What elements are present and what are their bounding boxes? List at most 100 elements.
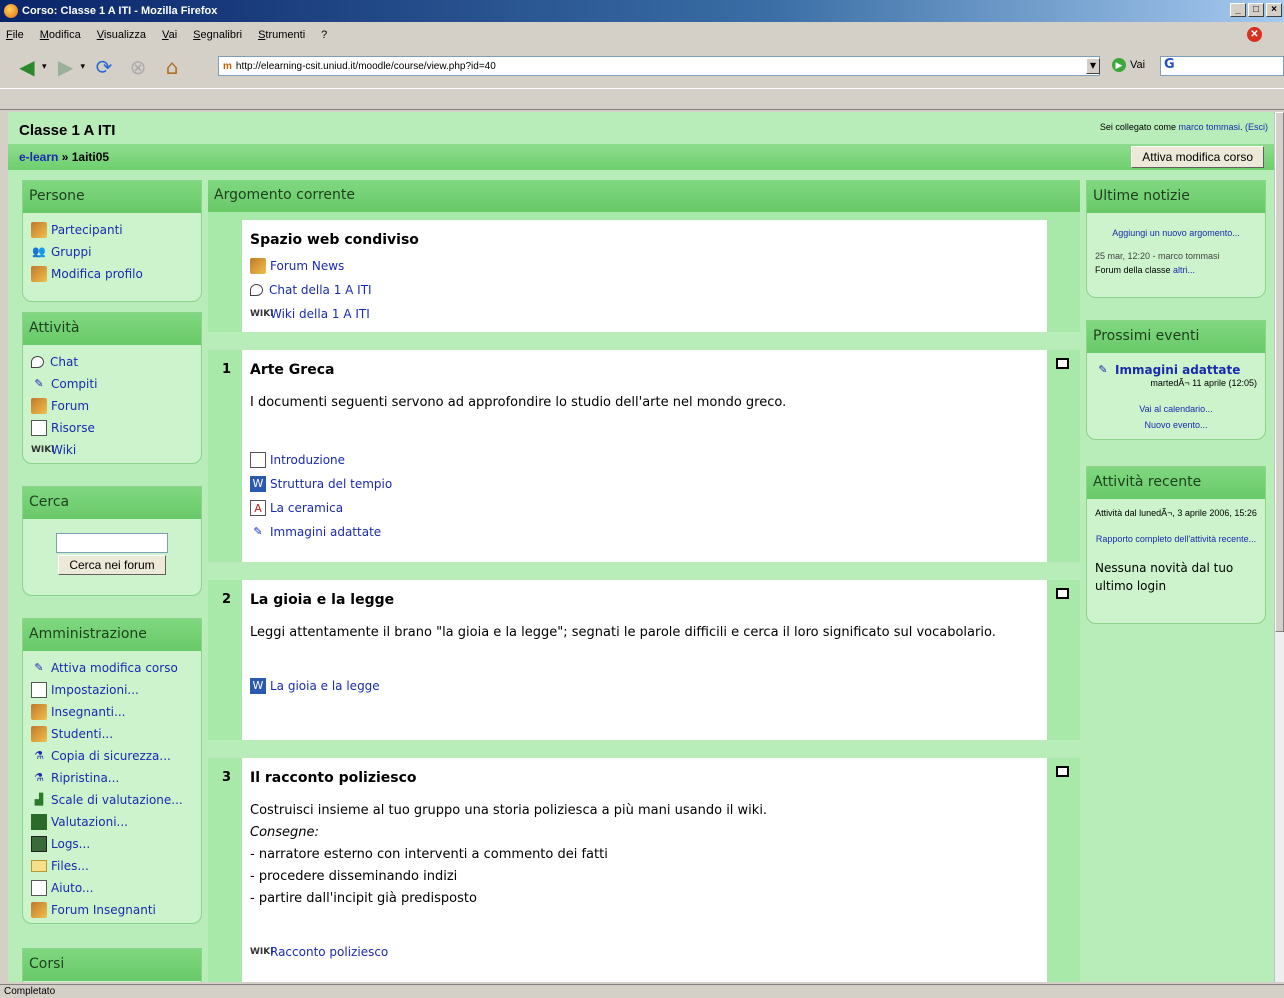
reload-icon[interactable]: ⟳ xyxy=(91,54,117,80)
scrollbar-thumb[interactable] xyxy=(1275,112,1284,632)
menu-help[interactable]: ? xyxy=(321,29,327,41)
menu-segnalibri[interactable]: Segnalibri xyxy=(193,29,242,41)
block-cerca: Cerca Cerca nei forum xyxy=(22,486,202,596)
images-link[interactable]: ✎ Immagini adattate xyxy=(250,520,1039,544)
chat-icon xyxy=(31,356,44,368)
admin-settings-link[interactable]: Impostazioni... xyxy=(31,679,193,701)
menu-strumenti[interactable]: Strumenti xyxy=(258,29,305,41)
search-engine-box[interactable]: G xyxy=(1160,56,1284,76)
address-dropdown-icon[interactable]: ▼ xyxy=(1086,58,1100,74)
wiki-1aiti-link[interactable]: WIKI Wiki della 1 A ITI xyxy=(250,302,1039,326)
admin-grades-link[interactable]: Valutazioni... xyxy=(31,811,193,833)
participants-icon xyxy=(31,222,47,238)
stop-load-icon[interactable]: ⊗ xyxy=(125,54,151,80)
resources-link[interactable]: Risorse xyxy=(31,417,193,439)
navigation-toolbar: ◀ ▾ ▶ ▾ ⟳ ⊗ ⌂ m http://elearning-csit.un… xyxy=(0,48,1284,86)
intro-link[interactable]: Introduzione xyxy=(250,448,1039,472)
status-bar: Completato xyxy=(0,984,1284,998)
admin-edit-label: Attiva modifica corso xyxy=(51,661,178,675)
admin-files-link[interactable]: Files... xyxy=(31,855,193,877)
section-0-title: Spazio web condiviso xyxy=(250,232,419,248)
page-scrollbar[interactable] xyxy=(1274,112,1284,982)
firefox-logo-icon xyxy=(4,4,18,18)
block-persone: Persone Partecipanti 👥 Gruppi Modifica pr… xyxy=(22,180,202,302)
admin-students-link[interactable]: Studenti... xyxy=(31,723,193,745)
ceramica-link[interactable]: A La ceramica xyxy=(250,496,1039,520)
admin-restore-link[interactable]: ⚗ Ripristina... xyxy=(31,767,193,789)
assignment-icon: ✎ xyxy=(1098,363,1108,376)
new-event-link[interactable]: Nuovo evento... xyxy=(1095,417,1257,433)
window-title: Corso: Classe 1 A ITI - Mozilla Firefox xyxy=(22,5,218,17)
home-icon[interactable]: ⌂ xyxy=(159,54,185,80)
address-text: http://elearning-csit.uniud.it/moodle/co… xyxy=(235,60,496,72)
section-3-highlight-icon[interactable] xyxy=(1056,766,1069,777)
go-button[interactable]: ▶ Vai xyxy=(1112,58,1145,72)
address-bar[interactable]: m http://elearning-csit.uniud.it/moodle/… xyxy=(218,56,1100,76)
forward-dropdown-icon[interactable]: ▾ xyxy=(81,62,86,72)
wiki-link[interactable]: WIKI Wiki xyxy=(31,439,193,461)
forum-search-button[interactable]: Cerca nei forum xyxy=(58,555,166,575)
section-1-text: I documenti seguenti servono ad approfon… xyxy=(250,395,787,410)
course-header: Classe 1 A ITI Sei collegato come marco … xyxy=(8,112,1274,170)
edit-profile-label: Modifica profilo xyxy=(51,267,143,281)
forum-news-link[interactable]: Forum News xyxy=(250,254,1039,278)
calendar-link[interactable]: Vai al calendario... xyxy=(1095,401,1257,417)
page-icon xyxy=(250,452,266,468)
section-2-number: 2 xyxy=(222,592,232,607)
gioia-link[interactable]: W La gioia e la legge xyxy=(250,674,1039,698)
news-more-link[interactable]: altri... xyxy=(1173,265,1195,275)
admin-edit-link[interactable]: ✎ Attiva modifica corso xyxy=(31,657,193,679)
forum-link[interactable]: Forum xyxy=(31,395,193,417)
groups-label: Gruppi xyxy=(51,245,92,259)
admin-settings-label: Impostazioni... xyxy=(51,683,139,697)
login-prefix: Sei collegato come xyxy=(1099,122,1176,132)
admin-help-link[interactable]: Aiuto... xyxy=(31,877,193,899)
section-2-title: La gioia e la legge xyxy=(250,592,395,608)
chat-link[interactable]: Chat xyxy=(31,351,193,373)
admin-teachers-link[interactable]: Insegnanti... xyxy=(31,701,193,723)
stop-icon[interactable]: ✕ xyxy=(1247,27,1262,42)
window-titlebar: Corso: Classe 1 A ITI - Mozilla Firefox … xyxy=(0,0,1284,22)
menu-file[interactable]: File xyxy=(6,29,24,41)
chat-1aiti-link[interactable]: Chat della 1 A ITI xyxy=(250,278,1039,302)
add-topic-link[interactable]: Aggiungi un nuovo argomento... xyxy=(1095,225,1257,241)
maximize-button[interactable]: □ xyxy=(1248,3,1264,17)
menu-visualizza[interactable]: Visualizza xyxy=(97,29,146,41)
admin-teacher-forum-link[interactable]: Forum Insegnanti xyxy=(31,899,193,921)
section-1-highlight-icon[interactable] xyxy=(1056,358,1069,369)
menu-vai[interactable]: Vai xyxy=(162,29,177,41)
assignments-link[interactable]: ✎ Compiti xyxy=(31,373,193,395)
section-2-highlight-icon[interactable] xyxy=(1056,588,1069,599)
admin-backup-link[interactable]: ⚗ Copia di sicurezza... xyxy=(31,745,193,767)
back-icon[interactable]: ◀ xyxy=(14,54,40,80)
back-dropdown-icon[interactable]: ▾ xyxy=(42,62,47,72)
section-2-text: Leggi attentamente il brano "la gioia e … xyxy=(250,625,996,640)
close-button[interactable]: × xyxy=(1266,3,1282,17)
forum-search-input[interactable] xyxy=(56,533,168,553)
breadcrumb-home[interactable]: e-learn xyxy=(19,150,58,164)
admin-logs-link[interactable]: Logs... xyxy=(31,833,193,855)
gioia-label: La gioia e la legge xyxy=(270,679,380,693)
news-title: Ultime notizie xyxy=(1087,181,1265,213)
racconto-link[interactable]: WIKI Racconto poliziesco xyxy=(250,940,1039,964)
edit-course-button[interactable]: Attiva modifica corso xyxy=(1131,146,1264,168)
admin-help-label: Aiuto... xyxy=(51,881,94,895)
menu-modifica[interactable]: Modifica xyxy=(40,29,81,41)
temple-link[interactable]: W Struttura del tempio xyxy=(250,472,1039,496)
minimize-button[interactable]: _ xyxy=(1230,3,1246,17)
section-3-line-4: - procedere disseminando indizi xyxy=(250,869,458,884)
block-attivita: Attività Chat ✎ Compiti Forum Risorse WIK… xyxy=(22,312,202,464)
recent-since: Attività dal lunedÃ¬, 3 aprile 2006, 15:… xyxy=(1095,508,1257,518)
participants-link[interactable]: Partecipanti xyxy=(31,219,193,241)
section-3-line-2: Consegne: xyxy=(250,825,319,840)
groups-link[interactable]: 👥 Gruppi xyxy=(31,241,193,263)
logout-link[interactable]: (Esci) xyxy=(1245,122,1268,132)
edit-profile-link[interactable]: Modifica profilo xyxy=(31,263,193,285)
pdf-icon: A xyxy=(250,500,266,516)
admin-scales-link[interactable]: ▟ Scale di valutazione... xyxy=(31,789,193,811)
full-report-link[interactable]: Rapporto completo dell'attività recente.… xyxy=(1095,531,1257,547)
user-link[interactable]: marco tommasi xyxy=(1178,122,1240,132)
forward-icon[interactable]: ▶ xyxy=(53,54,79,80)
groups-icon: 👥 xyxy=(32,245,46,258)
admin-restore-label: Ripristina... xyxy=(51,771,120,785)
